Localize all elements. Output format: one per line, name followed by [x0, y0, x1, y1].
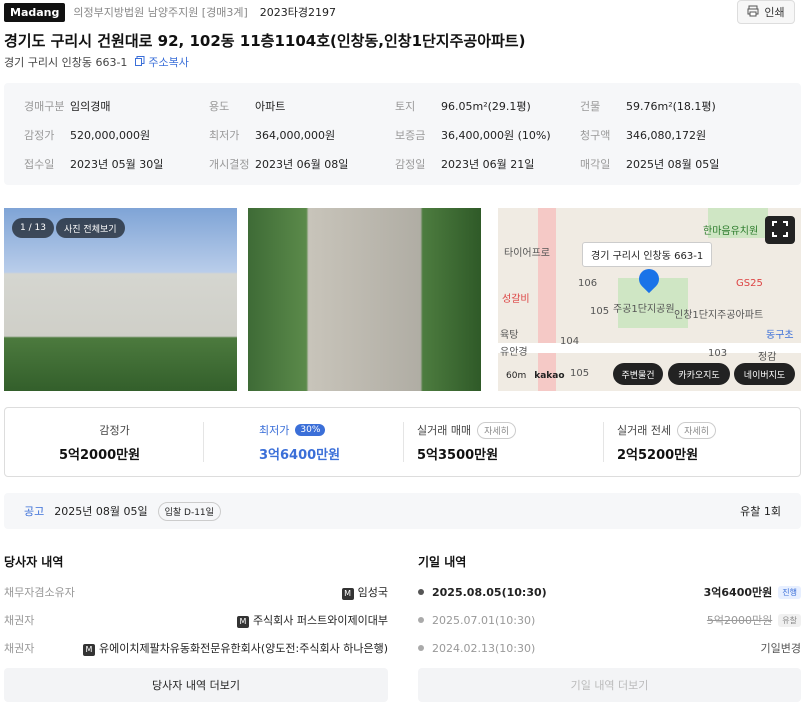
m-icon: M	[82, 644, 95, 656]
kakao-map-button[interactable]: 카카오지도	[668, 363, 730, 385]
divider	[603, 422, 604, 462]
info-auction-type: 경매구분 임의경매	[24, 100, 111, 113]
divider	[403, 422, 404, 462]
address-text: 경기 구리시 인창동 663-1	[4, 56, 128, 69]
map-scale: 60m kakao	[506, 371, 565, 381]
map-label: 103	[708, 348, 728, 359]
kakao-logo: kakao	[534, 371, 565, 381]
price-appraisal: 감정가 5억2000만원	[59, 424, 141, 463]
nearby-listings-button[interactable]: 주변물건	[613, 363, 663, 385]
map-label: 한마음유치원	[703, 226, 759, 237]
auction-info-panel: 경매구분 임의경매 용도 아파트 토지 96.05m²(29.1평) 건물 59.76m…	[4, 83, 801, 185]
info-start-decision: 개시결정 2023년 06월 08일	[209, 158, 349, 171]
location-map[interactable]: 타이어프로 한마음유치원 성갈비 106 105 주공1단지공원 인창1단지주공…	[498, 208, 801, 391]
info-minimum: 최저가 364,000,000원	[209, 129, 336, 142]
failed-tag: 유찰	[778, 613, 801, 627]
print-label: 인쇄	[764, 6, 785, 19]
m-icon: M	[341, 588, 354, 600]
case-number: 2023타경2197	[259, 6, 336, 19]
party-row: 채권자 M 유에이치제팔차유동화전문유한회사(양도전:주식회사 하나은행)	[4, 642, 388, 656]
map-label: 육탕	[500, 330, 519, 341]
map-road	[498, 343, 801, 353]
map-label: 105	[590, 306, 610, 317]
page-title: 경기도 구리시 건원대로 92, 102동 11층1104호(인창동,인창1단지…	[4, 32, 526, 50]
notice-label: 공고	[24, 505, 45, 518]
map-label: 인창1단지주공아파트	[674, 310, 764, 321]
party-row: 채권자 M 주식회사 퍼스트와이제이대부	[4, 614, 388, 628]
map-label: 104	[560, 336, 580, 347]
info-claim: 청구액 346,080,172원	[580, 129, 707, 142]
date-row: 2025.08.05(10:30) 3억6400만원 진행	[418, 584, 801, 600]
info-received: 접수일 2023년 05월 30일	[24, 158, 164, 171]
price-summary: 감정가 5억2000만원 최저가 30% 3억6400만원 실거래 매매 자세히…	[4, 407, 801, 477]
price-minimum: 최저가 30% 3억6400만원	[259, 424, 341, 463]
map-label: 105	[570, 368, 590, 379]
copy-icon	[135, 55, 145, 69]
divider	[203, 422, 204, 462]
court-name: 의정부지방법원 남양주지원 [경매3계]	[73, 6, 248, 19]
copy-address-button[interactable]: 주소복사	[135, 54, 189, 70]
map-road	[538, 208, 556, 391]
print-button[interactable]: 인쇄	[737, 0, 795, 24]
info-land: 토지 96.05m²(29.1평)	[395, 100, 531, 113]
property-photo-1[interactable]: 1 / 13 사진 전체보기	[4, 208, 237, 391]
parties-more-button[interactable]: 당사자 내역 더보기	[4, 668, 388, 702]
notice-bar: 공고 2025년 08월 05일 입찰 D-11일 유찰 1회	[4, 493, 801, 529]
notice-date: 2025년 08월 05일	[54, 505, 148, 518]
printer-icon	[747, 5, 759, 20]
top-bar: Madang 의정부지방법원 남양주지원 [경매3계] 2023타경2197	[4, 2, 336, 22]
date-row: 2024.02.13(10:30) 기일변경	[418, 640, 801, 656]
price-trade: 실거래 매매 자세히 5억3500만원	[417, 421, 516, 463]
property-photo-2[interactable]	[248, 208, 481, 391]
naver-map-button[interactable]: 네이버지도	[734, 363, 795, 385]
view-all-photos-button[interactable]: 사진 전체보기	[56, 218, 125, 238]
info-sale-date: 매각일 2025년 08월 05일	[580, 158, 720, 171]
discount-badge: 30%	[295, 424, 326, 436]
map-label: 유안경	[500, 347, 528, 358]
map-label: 106	[578, 278, 598, 289]
map-label: 타이어프로	[504, 248, 550, 259]
price-jeonse: 실거래 전세 자세히 2억5200만원	[617, 421, 716, 463]
date-row: 2025.07.01(10:30) 5억2000만원 유찰	[418, 612, 801, 628]
dday-badge: 입찰 D-11일	[157, 501, 221, 521]
trade-detail-button[interactable]: 자세히	[477, 421, 516, 439]
map-label: 동구초	[766, 330, 794, 341]
photo-counter: 1 / 13	[12, 218, 54, 238]
expand-map-button[interactable]	[765, 216, 795, 244]
info-deposit: 보증금 36,400,000원 (10%)	[395, 129, 551, 142]
status-dot	[418, 617, 424, 623]
map-label: 주공1단지공원	[613, 304, 675, 315]
dates-more-button[interactable]: 기일 내역 더보기	[418, 668, 801, 702]
info-building: 건물 59.76m²(18.1평)	[580, 100, 716, 113]
parties-title: 당사자 내역	[4, 555, 64, 569]
status-dot	[418, 589, 424, 595]
info-appraisal: 감정가 520,000,000원	[24, 129, 151, 142]
info-appraisal-date: 감정일 2023년 06월 21일	[395, 158, 535, 171]
madang-logo[interactable]: Madang	[4, 2, 66, 22]
dates-title: 기일 내역	[418, 555, 467, 569]
jeonse-detail-button[interactable]: 자세히	[677, 421, 716, 439]
copy-address-label: 주소복사	[148, 56, 189, 69]
status-dot	[418, 645, 424, 651]
map-label: 성갈비	[502, 294, 530, 305]
map-label: 정감	[758, 352, 777, 363]
yuchal-count: 유찰 1회	[740, 505, 781, 518]
expand-icon	[772, 220, 788, 240]
progress-tag: 진행	[778, 585, 801, 599]
party-row: 채무자겸소유자 M 임성국	[4, 586, 388, 600]
map-label: GS25	[736, 278, 763, 289]
map-scale-value: 60m	[506, 371, 527, 381]
info-usage: 용도 아파트	[209, 100, 286, 113]
m-icon: M	[236, 616, 249, 628]
address-line: 경기 구리시 인창동 663-1 주소복사	[4, 54, 189, 70]
map-address-tooltip: 경기 구리시 인창동 663-1	[582, 242, 713, 267]
